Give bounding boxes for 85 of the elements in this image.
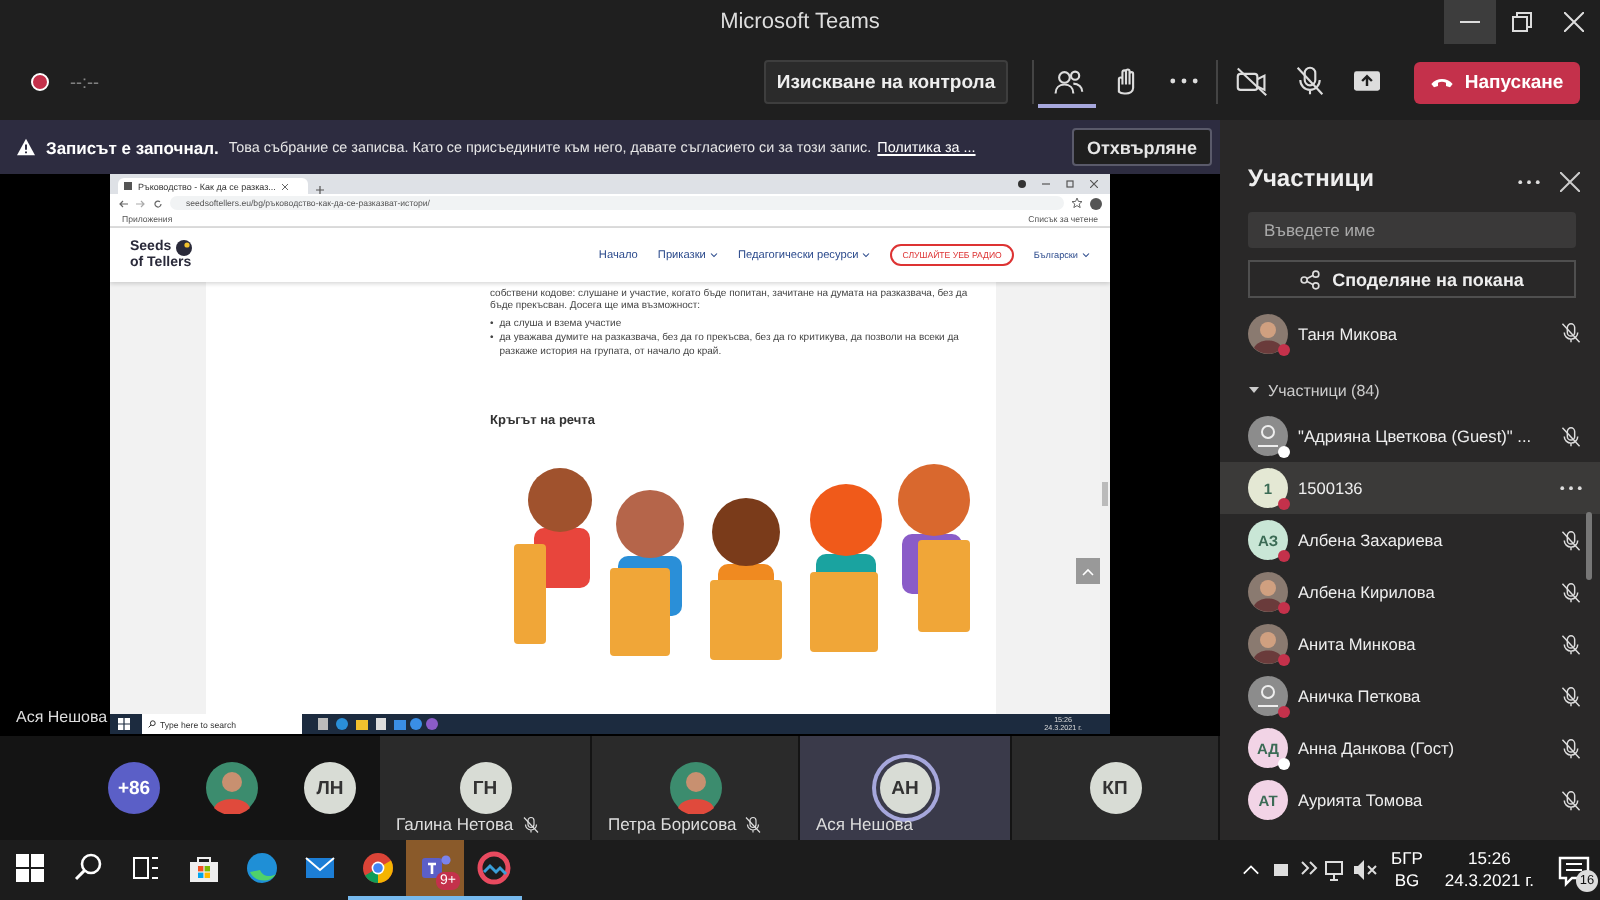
avatar xyxy=(206,762,258,814)
profile-icon xyxy=(1018,180,1026,188)
panel-title: Участници xyxy=(1248,164,1377,192)
clock-time: 15:26 xyxy=(1468,848,1511,870)
video-tile[interactable]: КП xyxy=(1012,736,1220,840)
clock-date: 24.3.2021 г. xyxy=(1444,870,1534,892)
more-icon[interactable] xyxy=(1560,485,1582,491)
search-field[interactable]: Въведете име xyxy=(1248,212,1576,248)
phone-icon xyxy=(1430,74,1455,90)
banner-title: Записът е започнал. xyxy=(46,137,219,157)
search-icon xyxy=(148,720,156,728)
participant-name: Таня Микова xyxy=(1298,323,1400,343)
avatar: АН xyxy=(879,762,931,814)
chrome-icon xyxy=(359,850,395,886)
notification-icon[interactable] xyxy=(1556,852,1592,888)
participant-name: Аурията Томова xyxy=(1298,790,1425,810)
participant-name: Албена Захариева xyxy=(1298,530,1445,550)
logo-icon xyxy=(175,239,192,255)
window-title: Microsoft Teams xyxy=(720,10,880,34)
participant-name: Аничка Петкова xyxy=(1298,686,1423,706)
scroll-thumb[interactable] xyxy=(1102,482,1108,506)
avatar xyxy=(1248,676,1288,716)
participant-name: 1500136 xyxy=(1298,478,1365,498)
share-invite-button[interactable]: Споделяне на покана xyxy=(1248,260,1576,298)
video-tile[interactable]: АН Ася Нешова xyxy=(800,736,1012,840)
participant-row[interactable]: Анита Минкова xyxy=(1220,618,1600,670)
star-icon xyxy=(1072,198,1082,208)
presenter-name: Ася Нешова xyxy=(16,708,108,726)
reload-icon xyxy=(154,199,162,207)
keyboard-language: BG xyxy=(1394,870,1420,892)
leave-button[interactable]: Напускане xyxy=(1414,61,1580,103)
back-icon xyxy=(118,199,128,207)
participant-name: Анита Минкова xyxy=(1298,634,1418,654)
participant-row[interactable]: "Адрияна Цветкова (Guest)" ... xyxy=(1220,410,1600,462)
close-icon xyxy=(1090,180,1098,188)
avatar xyxy=(1248,416,1288,456)
close-icon[interactable] xyxy=(1560,172,1580,192)
participant-row[interactable]: Аничка Петкова xyxy=(1220,670,1600,722)
close-icon xyxy=(281,183,288,189)
edge-icon xyxy=(243,850,279,886)
participant-name: Галина Нетова xyxy=(396,814,514,834)
section-header: Участници (84) xyxy=(1268,381,1380,399)
people-icon xyxy=(1051,65,1083,95)
taskbar-apps-drawing xyxy=(314,718,442,730)
participant-row[interactable]: Албена Кирилова xyxy=(1220,566,1600,618)
request-control-button[interactable]: Изискване на контрола xyxy=(764,60,1008,104)
call-timer: --:-- xyxy=(70,72,99,92)
more-icon[interactable] xyxy=(1518,179,1540,184)
more-icon xyxy=(1169,77,1197,83)
avatar xyxy=(1248,572,1288,612)
dismiss-button[interactable]: Отхвърляне xyxy=(1072,128,1212,166)
chevron-up-icon[interactable] xyxy=(1241,864,1260,876)
windows-icon xyxy=(11,850,47,886)
participant-name: Петра Борисова xyxy=(608,814,737,834)
windows-icon xyxy=(118,718,130,730)
photos-icon xyxy=(475,850,511,886)
avatar xyxy=(669,762,721,814)
avatar: ГН xyxy=(459,762,511,814)
participant-name: Албена Кирилова xyxy=(1298,582,1437,602)
keyboard-language: БГР xyxy=(1391,848,1423,870)
video-tile[interactable]: ГН Галина Нетова xyxy=(380,736,592,840)
warning-icon xyxy=(16,138,36,156)
caret-down-icon[interactable] xyxy=(1248,384,1260,396)
scroll-thumb[interactable] xyxy=(1586,512,1592,580)
search-icon xyxy=(69,850,105,886)
overflow-count[interactable]: +86 xyxy=(108,762,160,814)
maximize-icon xyxy=(1066,180,1074,188)
caret-icon xyxy=(1082,252,1090,258)
video-tile[interactable]: Петра Борисова xyxy=(592,736,800,840)
chevron-up-icon xyxy=(1082,567,1094,575)
participant-name: Ася Нешова xyxy=(816,814,913,834)
tray-icons-drawing[interactable] xyxy=(1273,858,1378,882)
share-icon xyxy=(1300,269,1321,289)
avatar xyxy=(1248,313,1288,353)
forward-icon xyxy=(136,199,146,207)
share-screen-icon xyxy=(1352,67,1382,93)
favicon-icon xyxy=(124,182,132,190)
participant-name: Анна Данкова (Гост) xyxy=(1298,738,1457,758)
avatar: КП xyxy=(1089,762,1141,814)
minimize-icon xyxy=(1042,180,1050,188)
participant-name: "Адрияна Цветкова (Guest)" ... xyxy=(1298,426,1534,446)
account-icon xyxy=(1090,197,1102,209)
avatar: ЛН xyxy=(304,762,356,814)
avatar xyxy=(1248,624,1288,664)
new-tab-icon xyxy=(316,186,324,194)
